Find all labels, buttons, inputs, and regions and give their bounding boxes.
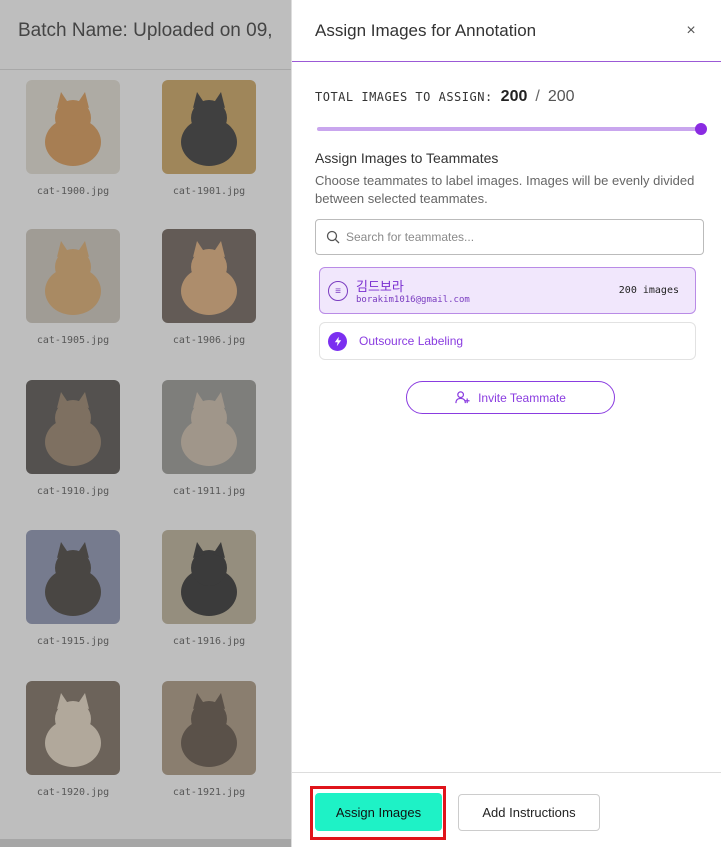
slider-track — [317, 127, 701, 131]
invite-teammate-button[interactable]: Invite Teammate — [406, 381, 615, 414]
teammate-card[interactable]: ≡ 김드보라 borakim1016@gmail.com 200 images — [319, 267, 696, 314]
search-icon — [326, 230, 340, 244]
drawer-header: Assign Images for Annotation × — [292, 0, 721, 62]
teammate-name: 김드보라 — [356, 280, 404, 295]
add-user-icon — [455, 391, 470, 404]
total-images-row: TOTAL IMAGES TO ASSIGN: 200 / 200 — [315, 88, 575, 106]
section-description: Choose teammates to label images. Images… — [315, 173, 695, 206]
outsource-labeling-option[interactable]: Outsource Labeling — [319, 322, 696, 360]
close-icon[interactable]: × — [681, 22, 701, 40]
assign-images-button[interactable]: Assign Images — [315, 793, 442, 831]
section-title: Assign Images to Teammates — [315, 150, 499, 166]
add-instructions-button[interactable]: Add Instructions — [458, 794, 600, 831]
teammate-image-count: 200 images — [618, 285, 679, 296]
search-input[interactable] — [346, 230, 676, 244]
total-images-max: 200 — [547, 88, 575, 105]
total-images-value: 200 — [500, 88, 528, 105]
invite-teammate-label: Invite Teammate — [478, 390, 566, 405]
total-images-separator: / — [535, 88, 540, 105]
image-count-slider[interactable] — [317, 123, 707, 135]
teammate-search[interactable] — [315, 219, 704, 255]
teammate-email: borakim1016@gmail.com — [356, 295, 470, 305]
outsource-label: Outsource Labeling — [359, 334, 464, 348]
lightning-icon — [328, 332, 347, 351]
drawer-title: Assign Images for Annotation — [315, 20, 537, 40]
teammate-avatar-icon: ≡ — [328, 281, 348, 301]
slider-thumb[interactable] — [695, 123, 707, 135]
drawer-footer: Assign Images Add Instructions — [292, 772, 721, 847]
total-images-label: TOTAL IMAGES TO ASSIGN: — [315, 90, 493, 104]
assign-drawer: Assign Images for Annotation × TOTAL IMA… — [291, 0, 721, 847]
